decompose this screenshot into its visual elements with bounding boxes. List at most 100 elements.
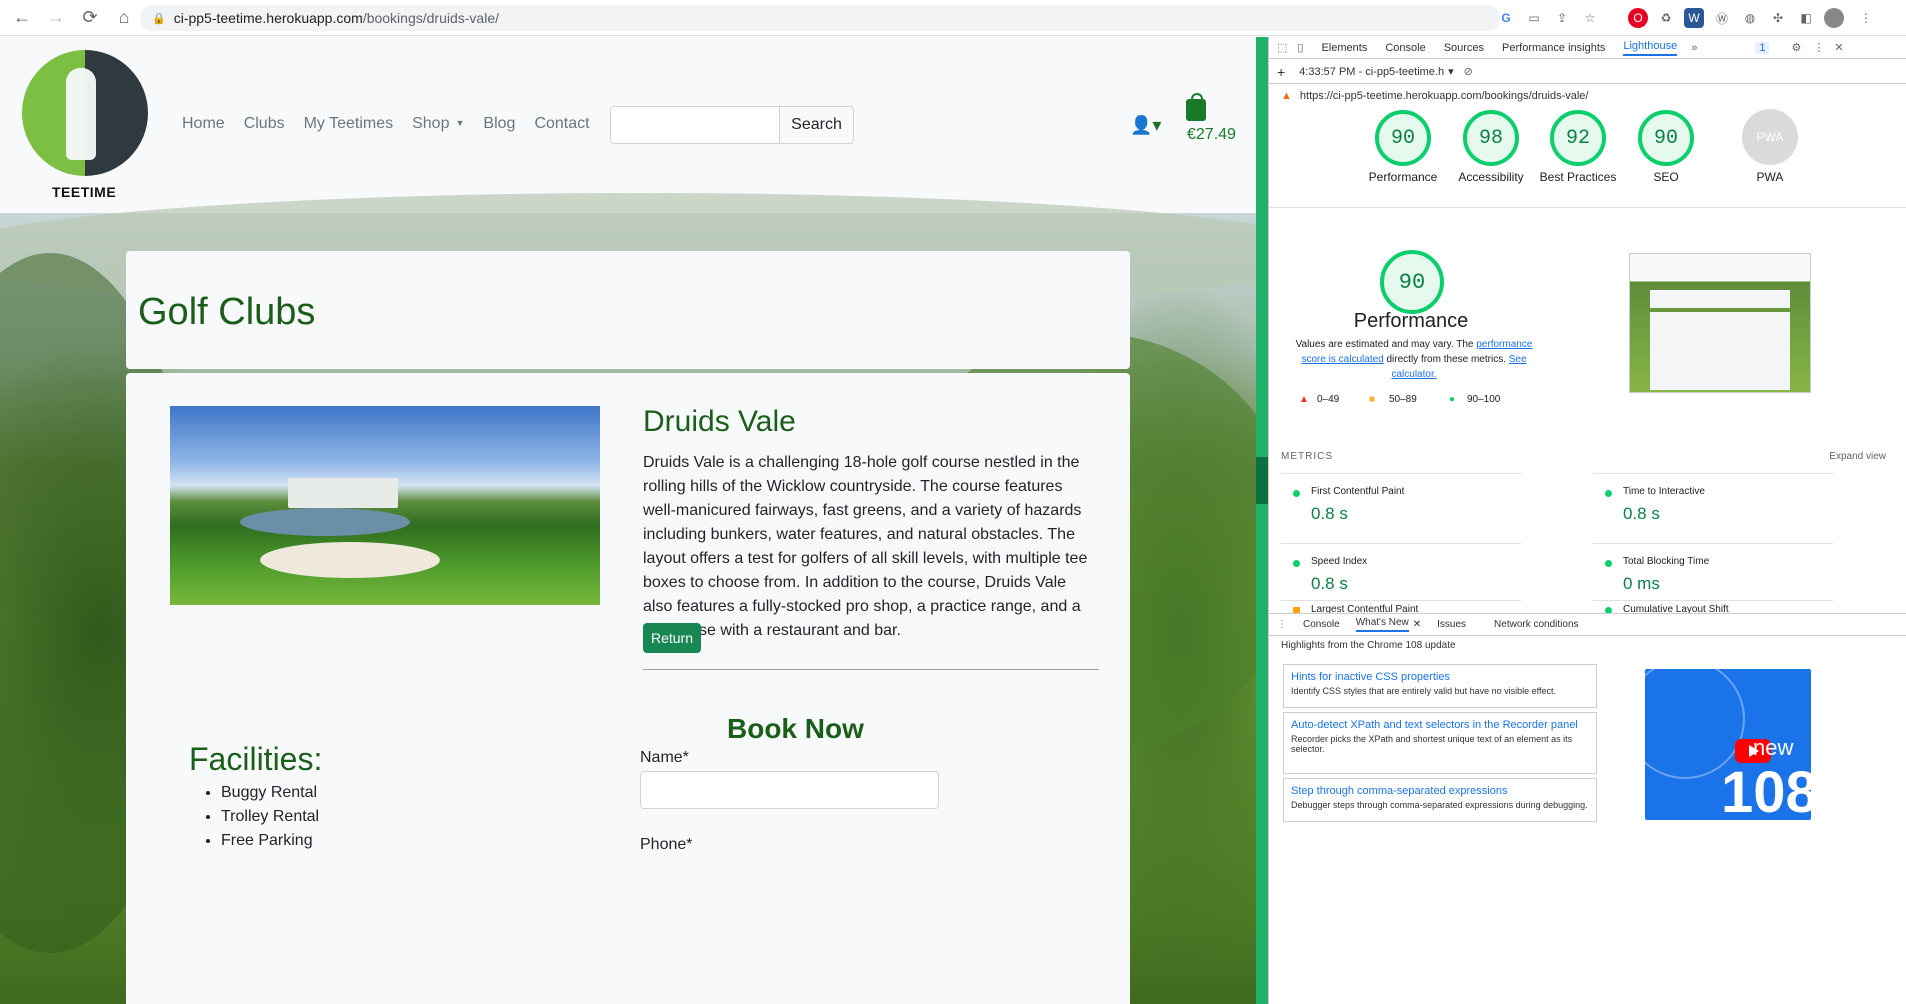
score-label-pwa: PWA [1756, 170, 1784, 184]
banner-version: 108 [1721, 760, 1811, 820]
list-item: Free Parking [221, 829, 319, 853]
nav-my-teetimes[interactable]: My Teetimes [304, 115, 394, 133]
news-desc: Recorder picks the XPath and shortest un… [1291, 734, 1573, 754]
close-icon[interactable]: ✕ [1834, 41, 1843, 54]
highlights-text: Highlights from the Chrome 108 update [1281, 640, 1456, 651]
divider [1269, 207, 1906, 208]
expand-view-link[interactable]: Expand view [1829, 451, 1886, 462]
average-square-icon: ■ [1369, 394, 1376, 405]
scrollbar-thumb[interactable] [1256, 457, 1268, 504]
legend-average: 50–89 [1389, 394, 1417, 405]
devtools-resize-divider[interactable] [1256, 37, 1268, 1004]
home-icon[interactable]: ⌂ [112, 6, 136, 30]
side-panel-icon[interactable]: ◧ [1796, 8, 1816, 28]
nav-contact[interactable]: Contact [534, 115, 589, 133]
metric-value: 0 ms [1623, 574, 1660, 593]
tab-elements[interactable]: Elements [1321, 42, 1367, 54]
plus-icon[interactable]: + [1277, 64, 1285, 80]
metric-first-contentful-paint: First Contentful Paint 0.8 s [1281, 473, 1521, 529]
drawer-menu-icon[interactable]: ⋮ [1277, 619, 1287, 630]
account-icon[interactable]: 👤▾ [1130, 115, 1164, 135]
devtools-tabs: ⬚ ▯ Elements Console Sources Performance… [1269, 37, 1906, 59]
tab-search-icon[interactable]: ▭ [1524, 8, 1544, 28]
chevron-down-icon: ▼ [455, 118, 465, 128]
nav-clubs[interactable]: Clubs [244, 115, 285, 133]
opera-extension-icon[interactable]: O [1628, 8, 1648, 28]
gear-icon[interactable]: ⚙ [1791, 41, 1801, 54]
close-icon[interactable]: ✕ [1413, 619, 1421, 630]
recycle-extension-icon[interactable]: ♻ [1656, 8, 1676, 28]
legend-fail: 0–49 [1317, 394, 1340, 405]
score-gauge-accessibility[interactable]: 98 [1463, 110, 1519, 166]
search-button[interactable]: Search [779, 106, 854, 144]
metric-value: 0.8 s [1623, 504, 1660, 523]
news-title[interactable]: Auto-detect XPath and text selectors in … [1291, 717, 1589, 734]
issues-badge[interactable]: 1 [1755, 41, 1770, 54]
menu-kebab-icon[interactable]: ⋮ [1856, 8, 1876, 28]
score-gauge-seo[interactable]: 90 [1638, 110, 1694, 166]
metric-name: Speed Index [1311, 556, 1368, 567]
score-label-seo: SEO [1653, 170, 1679, 184]
whats-new-video-banner[interactable]: new 108 [1645, 669, 1811, 820]
back-icon[interactable]: ← [10, 6, 34, 30]
report-selector[interactable]: 4:33:57 PM - ci-pp5-teetime.h [1299, 66, 1444, 78]
report-url[interactable]: https://ci-pp5-teetime.herokuapp.com/boo… [1300, 90, 1589, 102]
score-gauge-performance[interactable]: 90 [1375, 110, 1431, 166]
tab-sources[interactable]: Sources [1444, 42, 1484, 54]
search-input[interactable] [610, 106, 780, 144]
more-tabs-icon[interactable]: » [1691, 42, 1697, 54]
shopping-bag-icon[interactable] [1186, 93, 1206, 121]
drawer-tab-console[interactable]: Console [1303, 619, 1340, 630]
page-screenshot-thumbnail[interactable] [1629, 253, 1811, 393]
reload-icon[interactable]: ⟳ [78, 6, 102, 30]
metric-total-blocking-time: Total Blocking Time 0 ms [1593, 543, 1833, 599]
devtools-menu-icon[interactable]: ⋮ [1813, 41, 1824, 54]
legend-pass: 90–100 [1467, 394, 1501, 405]
url-path: /bookings/druids-vale/ [362, 10, 499, 26]
metric-largest-contentful-paint: Largest Contentful Paint [1281, 600, 1521, 614]
wordpress-extension-icon[interactable]: Ⓦ [1712, 8, 1732, 28]
drawer-tab-whats-new[interactable]: What's New [1355, 617, 1409, 632]
nav-blog[interactable]: Blog [483, 115, 515, 133]
device-toolbar-icon[interactable]: ▯ [1297, 41, 1303, 54]
name-field[interactable] [640, 771, 939, 809]
extensions-puzzle-icon[interactable]: ✣ [1768, 8, 1788, 28]
tab-lighthouse[interactable]: Lighthouse [1623, 40, 1678, 56]
list-item: Trolley Rental [221, 805, 319, 829]
nav-home[interactable]: Home [182, 115, 225, 133]
score-gauge-pwa[interactable]: PWA [1742, 109, 1798, 165]
google-icon[interactable]: G [1496, 8, 1516, 28]
clear-icon[interactable]: ⊘ [1464, 65, 1473, 78]
news-item[interactable]: Hints for inactive CSS properties Identi… [1283, 664, 1597, 708]
news-title[interactable]: Step through comma-separated expressions [1291, 783, 1589, 800]
return-button[interactable]: Return [643, 623, 701, 653]
tab-performance-insights[interactable]: Performance insights [1502, 42, 1605, 54]
inspect-icon[interactable]: ⬚ [1277, 41, 1287, 54]
banner-new-label: new [1753, 735, 1794, 760]
address-bar[interactable]: 🔒 ci-pp5-teetime.herokuapp.com/bookings/… [140, 5, 1500, 31]
cart-total[interactable]: €27.49 [1187, 126, 1236, 144]
news-title[interactable]: Hints for inactive CSS properties [1291, 669, 1589, 686]
performance-note: Values are estimated and may vary. The p… [1289, 337, 1539, 382]
profile-avatar[interactable] [1824, 8, 1844, 28]
news-item[interactable]: Step through comma-separated expressions… [1283, 778, 1597, 822]
drawer-tab-issues[interactable]: Issues [1437, 619, 1466, 630]
web-page: TEETIME Home Clubs My Teetimes Shop ▼ Blo… [0, 37, 1256, 1004]
teetime-logo[interactable] [22, 50, 148, 176]
globe-extension-icon[interactable]: ◍ [1740, 8, 1760, 28]
tab-console[interactable]: Console [1385, 42, 1425, 54]
name-label: Name* [640, 749, 689, 766]
note-text: directly from these metrics. [1383, 354, 1509, 365]
news-item[interactable]: Auto-detect XPath and text selectors in … [1283, 712, 1597, 774]
drawer-tabs: ⋮ Console What's New ✕ Issues Network co… [1269, 614, 1906, 636]
forward-icon[interactable]: → [44, 6, 68, 30]
score-gauge-best-practices[interactable]: 92 [1550, 110, 1606, 166]
lighthouse-toolbar: + 4:33:57 PM - ci-pp5-teetime.h ▾ ⊘ [1269, 60, 1906, 84]
nav-shop[interactable]: Shop ▼ [412, 115, 464, 133]
devtools-panel: ⬚ ▯ Elements Console Sources Performance… [1268, 37, 1906, 1004]
bookmark-star-icon[interactable]: ☆ [1580, 8, 1600, 28]
clubhouse-shape [288, 478, 398, 508]
share-icon[interactable]: ⇪ [1552, 8, 1572, 28]
drawer-tab-network-conditions[interactable]: Network conditions [1494, 619, 1578, 630]
wappalyzer-extension-icon[interactable]: W [1684, 8, 1704, 28]
